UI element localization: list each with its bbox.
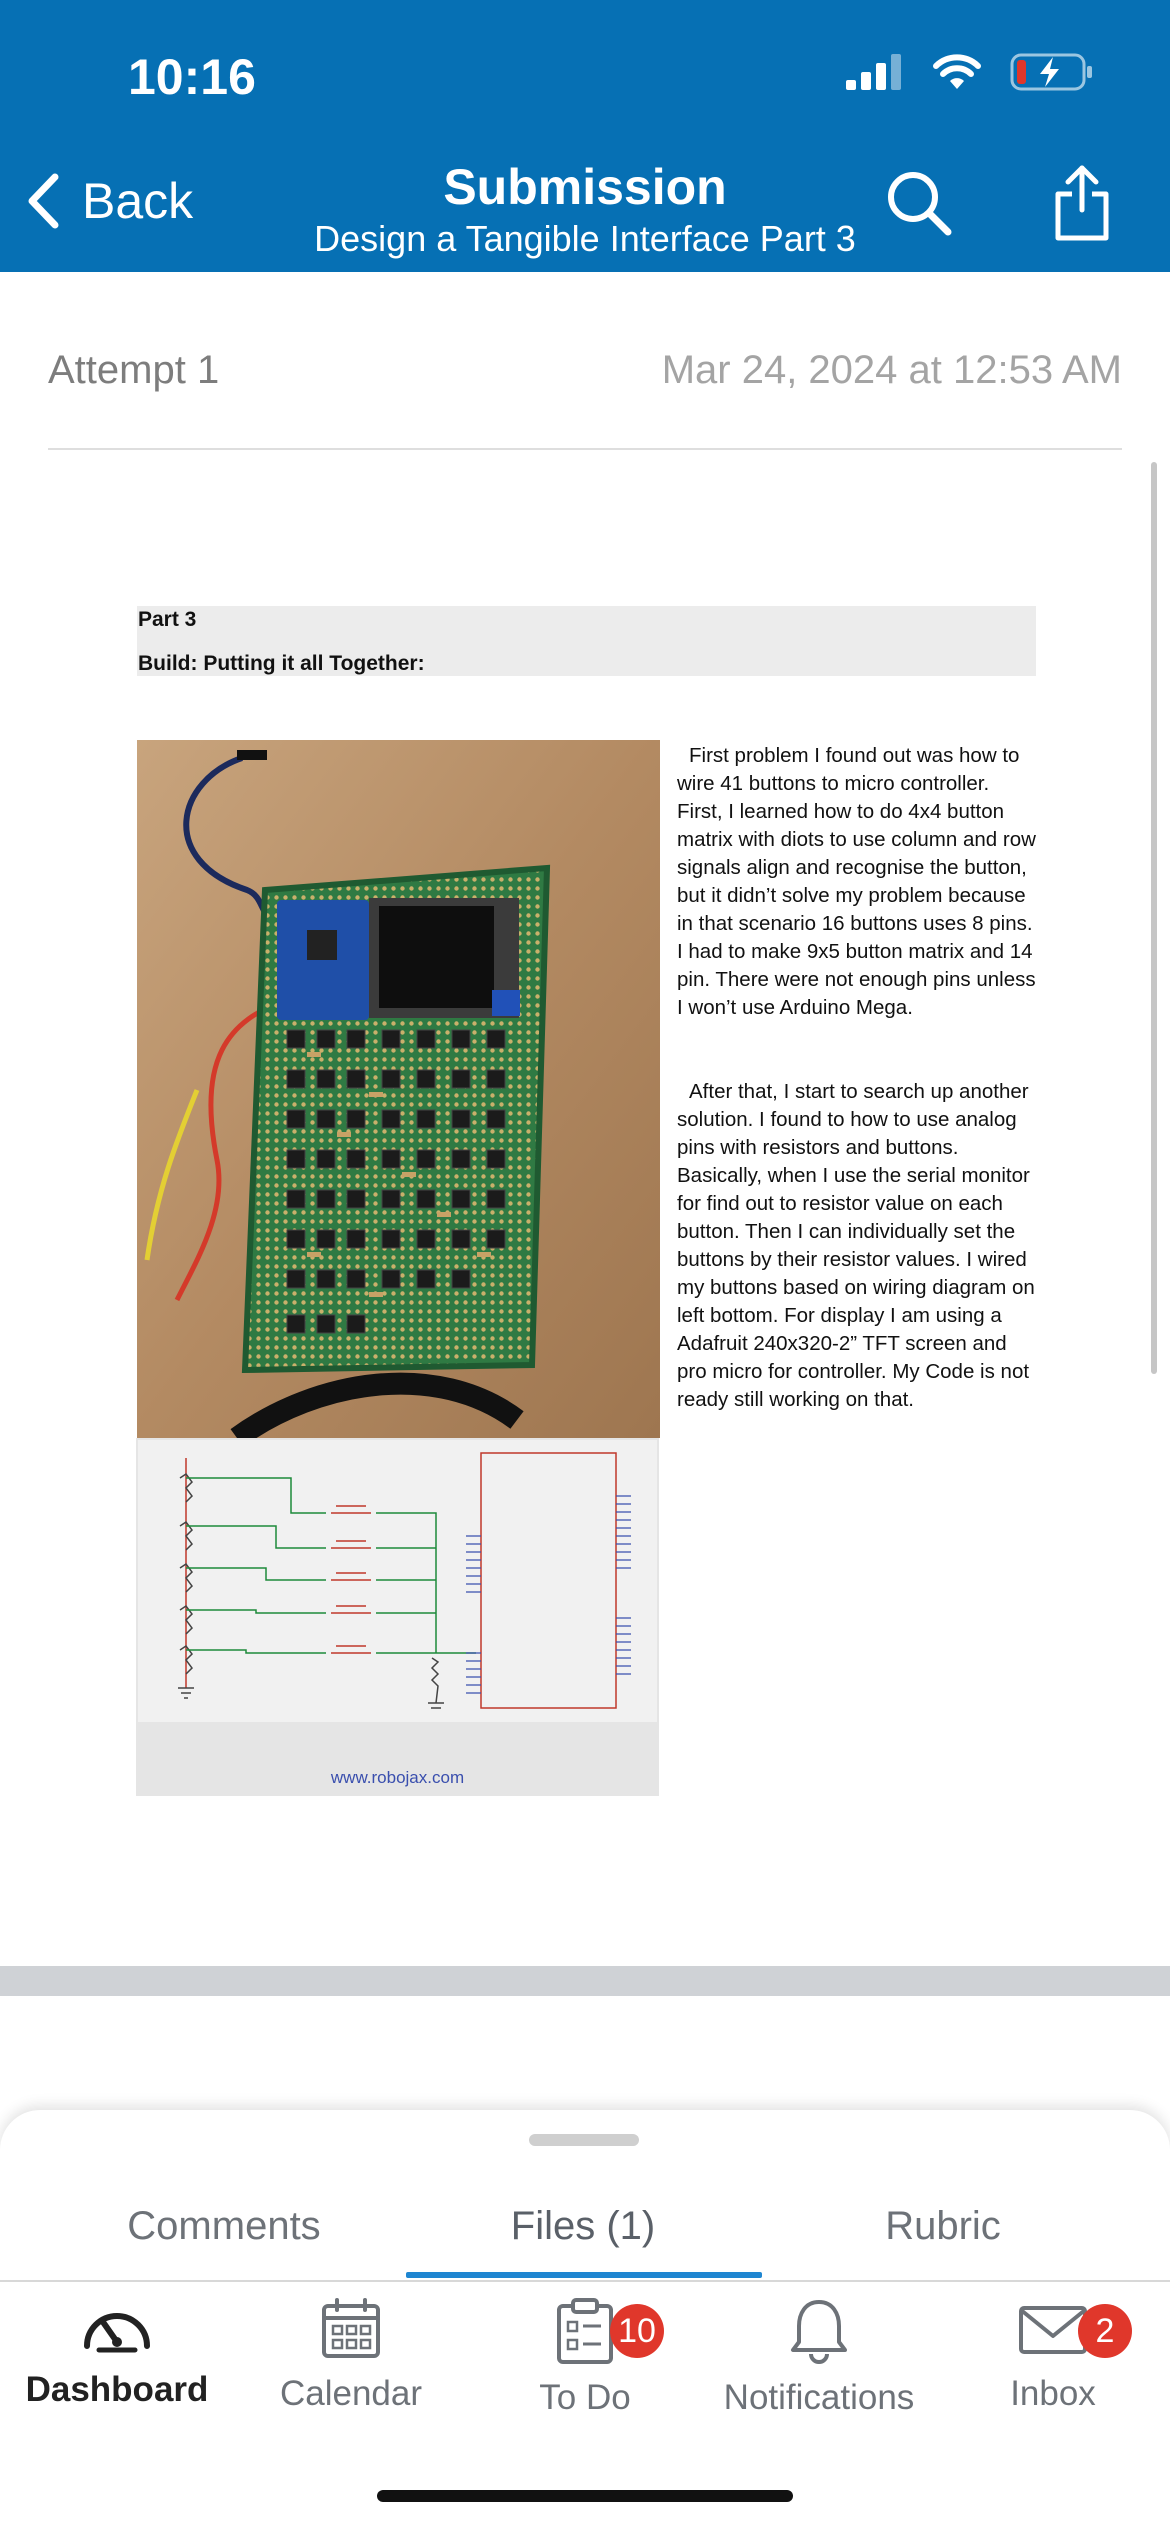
tabbar-item-notifications[interactable]: Notifications (702, 2296, 936, 2418)
tab-files[interactable]: Files (1) (403, 2204, 763, 2249)
tabbar-item-calendar[interactable]: Calendar (234, 2296, 468, 2414)
page-subtitle: Design a Tangible Interface Part 3 (314, 218, 856, 259)
inbox-badge: 2 (1078, 2304, 1132, 2358)
status-time: 10:16 (128, 49, 256, 105)
search-button[interactable] (884, 168, 954, 243)
document-paragraph-1: First problem I found out was how to wir… (677, 744, 1036, 1019)
tab-rubric[interactable]: Rubric (763, 2204, 1123, 2249)
diagram-source-url: www.robojax.com (330, 1768, 465, 1787)
home-indicator (377, 2490, 793, 2502)
share-button[interactable] (1052, 162, 1112, 247)
active-tab-indicator (406, 2272, 762, 2278)
calendar-icon (322, 2298, 380, 2358)
tabbar-label-todo: To Do (539, 2378, 631, 2417)
document-section-heading: Build: Putting it all Together: (138, 652, 425, 675)
bell-icon (791, 2300, 847, 2364)
dashboard-icon (84, 2313, 150, 2353)
tab-comments[interactable]: Comments (44, 2204, 404, 2249)
content-divider (0, 1966, 1170, 1996)
battery-charging-icon (1010, 53, 1092, 91)
tabbar-item-todo[interactable]: To Do 10 (468, 2296, 702, 2418)
page-title: Submission (443, 159, 727, 215)
attempt-row: Attempt 1 Mar 24, 2024 at 12:53 AM (48, 344, 1122, 450)
todo-icon (557, 2298, 613, 2364)
document-paragraph-2: After that, I start to search up another… (677, 1080, 1035, 1411)
document-part-heading: Part 3 (138, 608, 197, 631)
wifi-icon (933, 54, 981, 89)
todo-badge: 10 (610, 2304, 664, 2358)
search-icon (888, 172, 952, 236)
tabbar-item-dashboard[interactable]: Dashboard (0, 2296, 234, 2410)
sheet-drag-handle[interactable] (529, 2134, 639, 2146)
bottom-sheet: Comments Files (1) Rubric (0, 2110, 1170, 2280)
share-icon (1055, 165, 1109, 241)
app-header: 10:16 Back Submission Design a Tangible … (0, 0, 1170, 272)
tabbar-label-calendar: Calendar (279, 2374, 423, 2413)
wiring-diagram: www.robojax.com (136, 1438, 659, 1796)
status-icons (844, 52, 1094, 92)
build-photo (137, 740, 660, 1438)
attempt-label: Attempt 1 (48, 348, 220, 392)
document-scrollbar[interactable] (1151, 462, 1157, 1374)
signal-icon (846, 54, 901, 90)
tabbar-item-inbox[interactable]: Inbox 2 (936, 2296, 1170, 2414)
tabbar-label-dashboard: Dashboard (25, 2370, 209, 2409)
attempt-date: Mar 24, 2024 at 12:53 AM (661, 348, 1122, 392)
tabbar-label-notifications: Notifications (723, 2378, 915, 2417)
tabbar-label-inbox: Inbox (1010, 2374, 1096, 2413)
